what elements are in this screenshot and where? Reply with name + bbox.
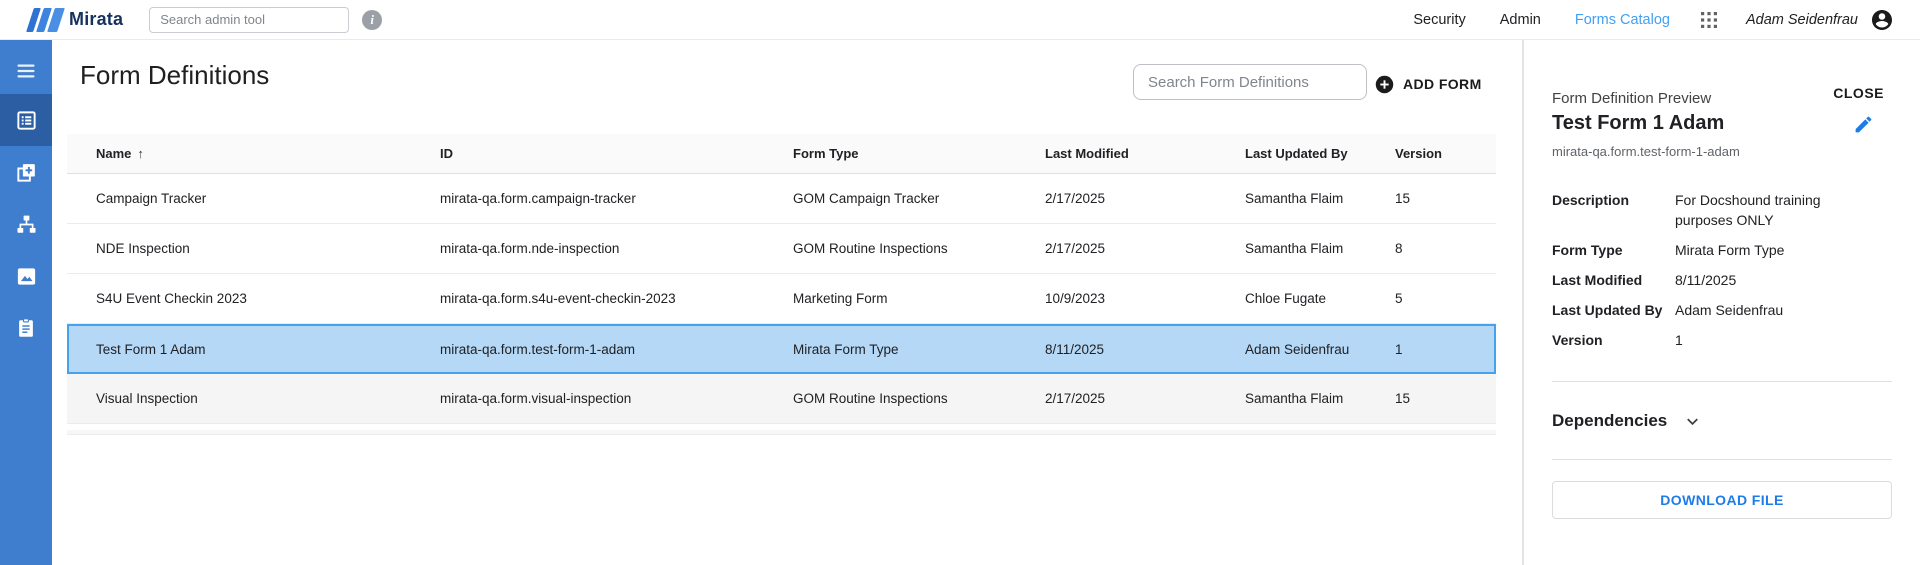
download-file-button[interactable]: DOWNLOAD FILE xyxy=(1552,481,1892,519)
cell-id: mirata-qa.form.s4u-event-checkin-2023 xyxy=(440,291,676,306)
preview-form-id: mirata-qa.form.test-form-1-adam xyxy=(1552,144,1740,159)
field-label-version: Version xyxy=(1552,332,1603,348)
cell-form-type: GOM Routine Inspections xyxy=(793,241,948,256)
field-value-version: 1 xyxy=(1675,332,1683,348)
cell-form-type: Marketing Form xyxy=(793,291,888,306)
form-definition-preview-panel: CLOSE Form Definition Preview Test Form … xyxy=(1526,40,1920,565)
top-header: Mirata i Security Admin Forms Catalog Ad… xyxy=(0,0,1920,40)
cell-name: S4U Event Checkin 2023 xyxy=(96,291,247,306)
close-button[interactable]: CLOSE xyxy=(1833,85,1884,101)
table-row-test-form-1-adam-selected[interactable]: Test Form 1 Adam mirata-qa.form.test-for… xyxy=(67,324,1496,374)
column-header-last-modified[interactable]: Last Modified xyxy=(1045,146,1245,161)
column-header-id[interactable]: ID xyxy=(440,146,793,161)
cell-id: mirata-qa.form.visual-inspection xyxy=(440,391,632,406)
column-header-form-type[interactable]: Form Type xyxy=(793,146,1045,161)
cell-name: Visual Inspection xyxy=(96,391,198,406)
cell-name: NDE Inspection xyxy=(96,241,190,256)
menu-icon[interactable] xyxy=(0,48,52,94)
cell-name: Test Form 1 Adam xyxy=(96,341,206,357)
sidebar-item-add-library[interactable] xyxy=(0,146,52,198)
mirata-logo-icon xyxy=(26,7,65,32)
cell-last-modified: 2/17/2025 xyxy=(1045,391,1106,406)
chevron-down-icon xyxy=(1683,412,1702,431)
table-bottom-strip xyxy=(67,430,1496,435)
add-form-label: ADD FORM xyxy=(1403,76,1482,92)
nav-security[interactable]: Security xyxy=(1413,12,1465,28)
plus-circle-icon xyxy=(1375,75,1394,94)
images-icon xyxy=(17,267,35,285)
top-nav: Security Admin Forms Catalog Adam Seiden… xyxy=(1379,8,1894,32)
cell-id: mirata-qa.form.nde-inspection xyxy=(440,241,620,256)
apps-grid-icon[interactable] xyxy=(1700,11,1718,29)
sidebar-item-images[interactable] xyxy=(0,250,52,302)
main-content: Form Definitions ADD FORM Name ↑ ID Form … xyxy=(52,40,1524,565)
field-value-last-modified: 8/11/2025 xyxy=(1675,272,1737,288)
sidebar-item-form-definitions[interactable] xyxy=(0,94,52,146)
user-name: Adam Seidenfrau xyxy=(1745,11,1858,28)
sort-ascending-icon: ↑ xyxy=(137,146,144,161)
cell-last-updated-by: Samantha Flaim xyxy=(1245,241,1344,256)
cell-last-updated-by: Chloe Fugate xyxy=(1245,291,1327,306)
preview-form-name: Test Form 1 Adam xyxy=(1552,112,1725,134)
field-label-description: Description xyxy=(1552,192,1630,208)
cell-version: 15 xyxy=(1395,391,1411,406)
cell-form-type: GOM Routine Inspections xyxy=(793,391,948,406)
dependencies-label: Dependencies xyxy=(1552,411,1668,430)
cell-form-type: Mirata Form Type xyxy=(793,341,899,357)
cell-last-modified: 10/9/2023 xyxy=(1045,291,1106,306)
mirata-logo[interactable]: Mirata xyxy=(26,7,124,32)
divider xyxy=(1552,381,1892,382)
brand-name: Mirata xyxy=(69,9,124,29)
admin-search-input[interactable] xyxy=(149,6,350,33)
page-title: Form Definitions xyxy=(80,60,270,90)
add-library-icon xyxy=(16,163,35,182)
cell-last-modified: 2/17/2025 xyxy=(1045,191,1106,206)
info-icon[interactable]: i xyxy=(362,9,383,30)
field-value-description: For Docshound training purposes ONLY xyxy=(1675,192,1821,228)
table-header-row: Name ↑ ID Form Type Last Modified Last Up… xyxy=(67,134,1496,174)
cell-last-updated-by: Samantha Flaim xyxy=(1245,191,1344,206)
add-form-button[interactable]: ADD FORM xyxy=(1375,72,1482,96)
cell-form-type: GOM Campaign Tracker xyxy=(793,191,940,206)
column-header-name[interactable]: Name ↑ xyxy=(96,146,440,161)
form-definitions-icon xyxy=(16,110,36,130)
sidebar-item-workflow[interactable] xyxy=(0,198,52,250)
form-definitions-table: Name ↑ ID Form Type Last Modified Last Up… xyxy=(67,134,1496,435)
cell-last-modified: 8/11/2025 xyxy=(1045,341,1105,357)
account-circle-icon[interactable] xyxy=(1870,8,1894,32)
divider xyxy=(1552,459,1892,460)
cell-last-modified: 2/17/2025 xyxy=(1045,241,1106,256)
nav-forms-catalog[interactable]: Forms Catalog xyxy=(1575,12,1670,28)
field-label-last-updated-by: Last Updated By xyxy=(1552,302,1663,318)
cell-id: mirata-qa.form.campaign-tracker xyxy=(440,191,636,206)
field-label-last-modified: Last Modified xyxy=(1552,272,1643,288)
workflow-tree-icon xyxy=(16,215,36,233)
cell-version: 5 xyxy=(1395,291,1403,306)
table-row-nde-inspection[interactable]: NDE Inspection mirata-qa.form.nde-inspec… xyxy=(67,224,1496,274)
cell-version: 8 xyxy=(1395,241,1403,256)
field-value-form-type: Mirata Form Type xyxy=(1675,242,1785,258)
form-definitions-search-input[interactable] xyxy=(1133,64,1367,100)
cell-last-updated-by: Samantha Flaim xyxy=(1245,391,1344,406)
sidebar xyxy=(0,40,52,565)
column-label-name: Name xyxy=(96,146,132,161)
dependencies-toggle[interactable]: Dependencies xyxy=(1552,411,1892,431)
table-row-s4u-event-checkin[interactable]: S4U Event Checkin 2023 mirata-qa.form.s4… xyxy=(67,274,1496,324)
preview-fields: Description For Docshound training purpo… xyxy=(1552,190,1892,350)
cell-version: 15 xyxy=(1395,191,1411,206)
cell-name: Campaign Tracker xyxy=(96,191,207,206)
pencil-icon[interactable] xyxy=(1853,114,1874,138)
cell-id: mirata-qa.form.test-form-1-adam xyxy=(440,341,636,357)
cell-version: 1 xyxy=(1395,341,1403,357)
table-row-visual-inspection[interactable]: Visual Inspection mirata-qa.form.visual-… xyxy=(67,374,1496,424)
clipboard-icon xyxy=(19,318,33,337)
field-value-last-updated-by: Adam Seidenfrau xyxy=(1675,302,1784,318)
nav-admin[interactable]: Admin xyxy=(1500,12,1541,28)
sidebar-item-clipboard[interactable] xyxy=(0,302,52,354)
column-header-version[interactable]: Version xyxy=(1395,146,1496,161)
column-header-last-updated-by[interactable]: Last Updated By xyxy=(1245,146,1395,161)
table-row-campaign-tracker[interactable]: Campaign Tracker mirata-qa.form.campaign… xyxy=(67,174,1496,224)
field-label-form-type: Form Type xyxy=(1552,242,1623,258)
cell-last-updated-by: Adam Seidenfrau xyxy=(1245,341,1350,357)
